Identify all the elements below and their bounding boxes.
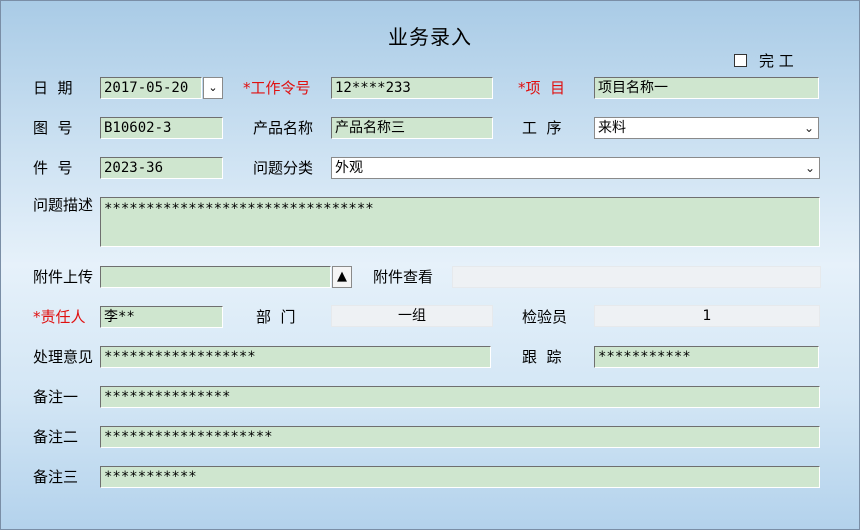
owner-field[interactable]: 李** xyxy=(100,306,223,328)
note1-label: 备注一 xyxy=(33,388,79,406)
process-value: 来料 xyxy=(598,120,626,136)
note2-label: 备注二 xyxy=(33,428,79,446)
product-name-label: 产品名称 xyxy=(253,119,314,137)
triangle-up-icon[interactable]: ▲ xyxy=(332,266,352,288)
tracking-label: 跟 踪 xyxy=(522,348,562,366)
page-title: 业务录入 xyxy=(388,25,472,49)
issue-type-value: 外观 xyxy=(335,160,363,176)
chevron-down-icon[interactable]: ⌄ xyxy=(804,118,814,138)
drawing-no-field[interactable]: B10602-3 xyxy=(100,117,223,139)
department-label: 部 门 xyxy=(256,308,296,326)
part-no-field[interactable]: 2023-36 xyxy=(100,157,223,179)
date-spinner-icon[interactable]: ⌄ xyxy=(203,77,223,99)
issue-desc-textarea[interactable]: ******************************** xyxy=(100,197,820,247)
work-order-label: *工作令号 xyxy=(243,79,311,97)
part-no-label: 件 号 xyxy=(33,159,73,177)
note3-label: 备注三 xyxy=(33,468,79,486)
process-label: 工 序 xyxy=(522,119,562,137)
date-label: 日 期 xyxy=(33,79,73,97)
inspector-label: 检验员 xyxy=(522,308,568,326)
issue-type-select[interactable]: 外观 ⌄ xyxy=(331,157,820,179)
attach-view-label: 附件查看 xyxy=(373,268,434,286)
product-name-field[interactable]: 产品名称三 xyxy=(331,117,493,139)
note3-field[interactable]: *********** xyxy=(100,466,820,488)
attach-upload-label: 附件上传 xyxy=(33,268,94,286)
process-select[interactable]: 来料 ⌄ xyxy=(594,117,819,139)
drawing-no-label: 图 号 xyxy=(33,119,73,137)
project-field[interactable]: 项目名称一 xyxy=(594,77,819,99)
attach-upload-field[interactable] xyxy=(100,266,331,288)
issue-desc-label: 问题描述 xyxy=(33,196,94,214)
note1-field[interactable]: *************** xyxy=(100,386,820,408)
department-field: 一组 xyxy=(331,305,493,327)
opinion-label: 处理意见 xyxy=(33,348,94,366)
owner-label: *责任人 xyxy=(33,308,86,326)
work-order-field[interactable]: 12****233 xyxy=(331,77,493,99)
inspector-field: 1 xyxy=(594,305,820,327)
tracking-field[interactable]: *********** xyxy=(594,346,819,368)
note2-field[interactable]: ******************** xyxy=(100,426,820,448)
finish-checkbox[interactable] xyxy=(734,54,747,67)
attach-view-field[interactable] xyxy=(452,266,821,288)
business-entry-window: 业务录入 完 工 日 期 2017-05-20 ⌄ *工作令号 12****23… xyxy=(0,0,860,530)
finish-label: 完 工 xyxy=(759,52,794,70)
issue-type-label: 问题分类 xyxy=(253,159,314,177)
chevron-down-icon[interactable]: ⌄ xyxy=(805,158,815,178)
date-field[interactable]: 2017-05-20 xyxy=(100,77,202,99)
opinion-field[interactable]: ****************** xyxy=(100,346,491,368)
project-label: *项 目 xyxy=(518,79,566,97)
